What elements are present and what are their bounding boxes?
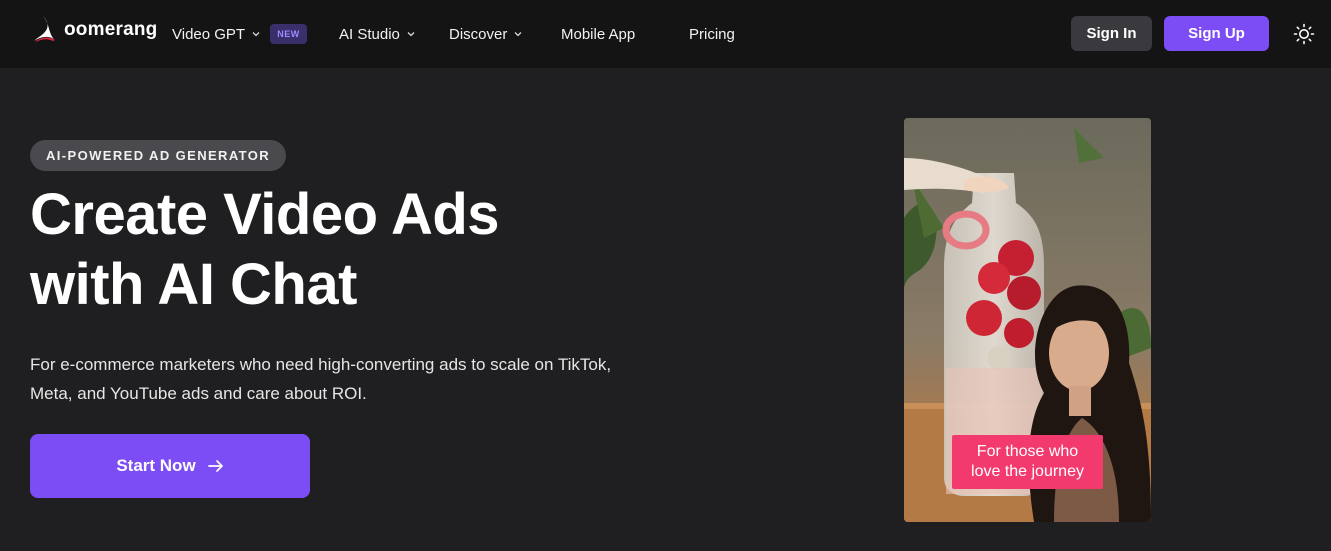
nav-item-label: AI Studio (339, 25, 400, 43)
sign-in-button[interactable]: Sign In (1071, 16, 1152, 51)
chevron-down-icon (514, 32, 522, 37)
arrow-right-icon (207, 460, 223, 472)
nav-item-label: Mobile App (561, 25, 636, 43)
video-caption: For those who love the journey (952, 435, 1103, 489)
headline-line-1: Create Video Ads (30, 182, 500, 247)
boomerang-logo-icon (34, 15, 55, 42)
start-now-label: Start Now (116, 456, 196, 475)
chevron-down-icon (407, 32, 415, 37)
sign-up-button[interactable]: Sign Up (1164, 16, 1269, 51)
nav-item-pricing[interactable]: Pricing (689, 24, 735, 44)
caption-line-1: For those who (976, 443, 1079, 460)
start-now-button[interactable]: Start Now (30, 434, 310, 498)
nav-item-mobile-app[interactable]: Mobile App (561, 24, 635, 44)
sun-icon[interactable] (1293, 23, 1315, 45)
nav-item-label: Video GPT (172, 25, 246, 43)
subtext-line-1: For e-commerce marketers who need high-c… (30, 355, 612, 374)
new-badge: NEW (270, 24, 307, 44)
brand-name: oomerang (64, 19, 158, 40)
video-preview[interactable]: For those who love the journey (904, 118, 1151, 522)
eyebrow-pill: AI-POWERED AD GENERATOR (30, 140, 287, 171)
nav-item-ai-studio[interactable]: AI Studio (339, 24, 416, 44)
top-nav: oomerang Video GPT NEW AI Studio Discove… (0, 0, 1331, 68)
nav-item-video-gpt[interactable]: Video GPT (172, 24, 261, 44)
brand-logo[interactable]: oomerang (32, 11, 157, 45)
nav-item-discover[interactable]: Discover (449, 24, 523, 44)
caption-line-2: love the journey (971, 463, 1084, 480)
headline-line-2: with AI Chat (30, 252, 357, 317)
subtext-line-2: Meta, and YouTube ads and care about ROI… (30, 384, 367, 403)
hero-headline: Create Video Ads with AI Chat (30, 180, 670, 320)
nav-item-label: Pricing (689, 25, 735, 43)
chevron-down-icon (252, 32, 260, 37)
hero-subtext: For e-commerce marketers who need high-c… (30, 350, 650, 408)
nav-item-label: Discover (449, 25, 508, 43)
